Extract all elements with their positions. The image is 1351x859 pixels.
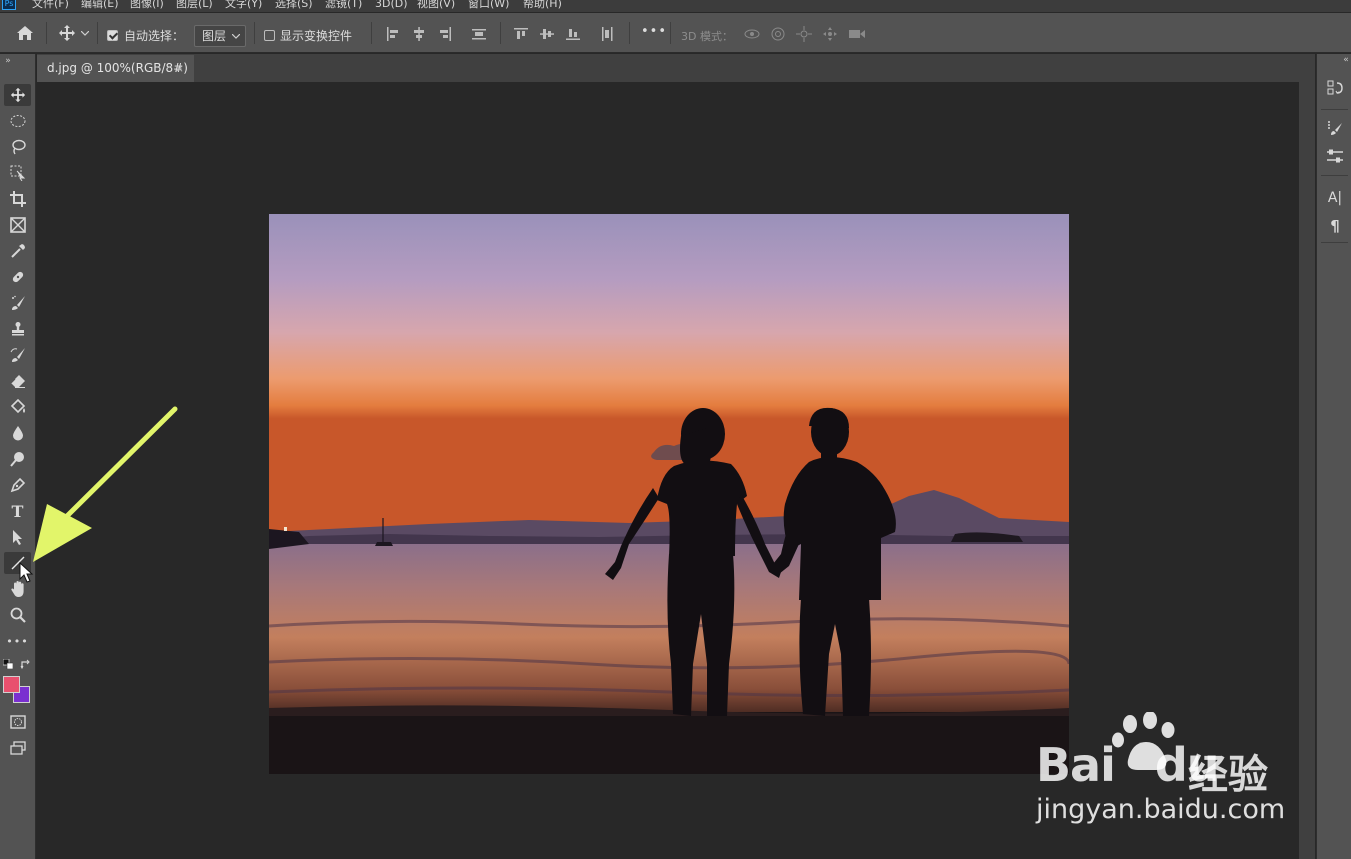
watermark-chinese: 经验 [1188, 752, 1268, 798]
annotation-arrow [33, 406, 178, 562]
baidu-jingyan-watermark: Bai du 经验 jingyan.baidu.com [1030, 712, 1320, 832]
watermark-url: jingyan.baidu.com [1036, 794, 1286, 825]
mouse-cursor-icon [19, 561, 34, 583]
